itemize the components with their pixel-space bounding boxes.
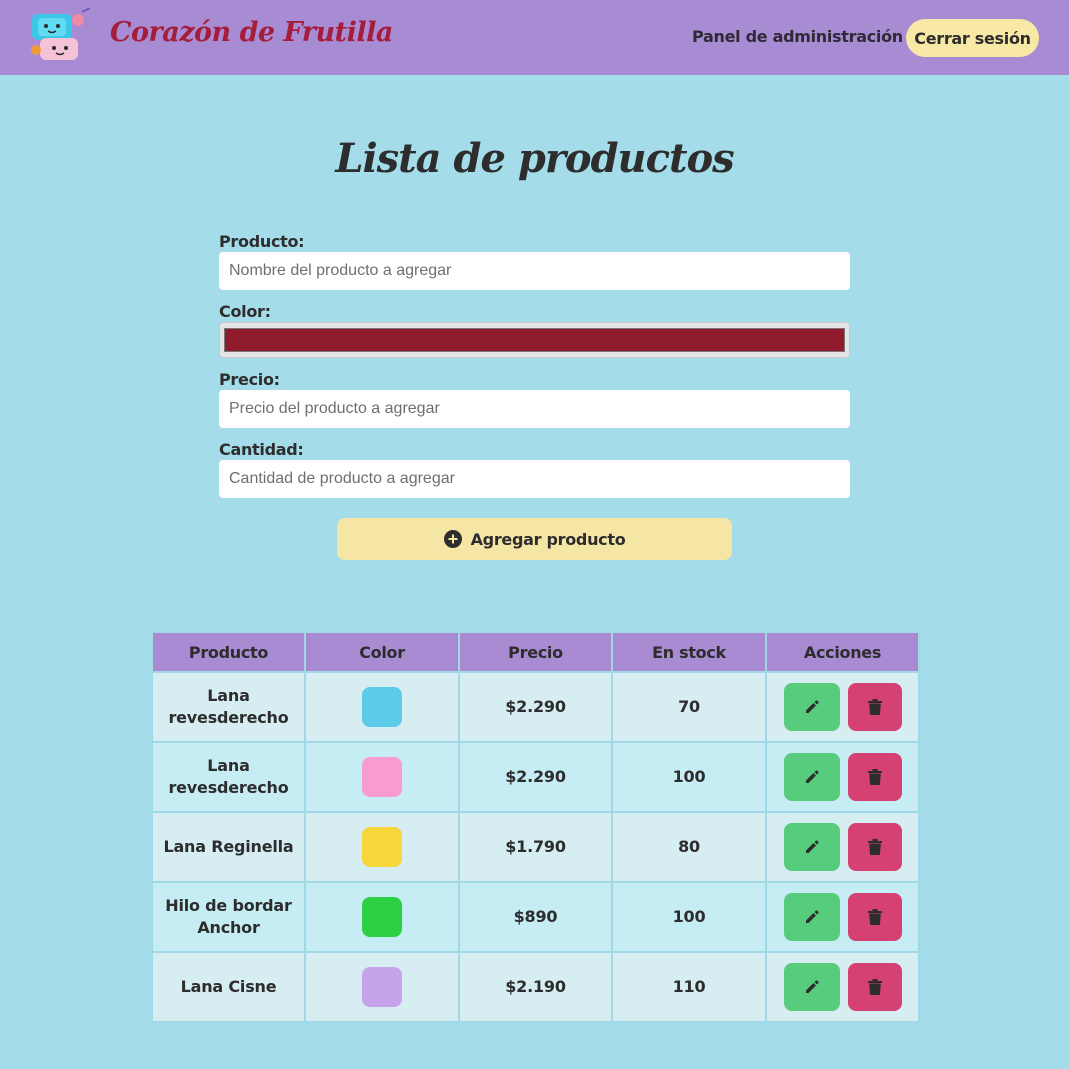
- trash-icon: [867, 699, 882, 715]
- edit-button[interactable]: [783, 753, 840, 801]
- price-cell: $1.790: [458, 811, 613, 883]
- top-navbar: Corazón de Frutilla Panel de administrac…: [0, 0, 1069, 75]
- price-label: Precio:: [219, 370, 280, 389]
- stock-cell: 100: [611, 881, 767, 953]
- table-row: Lana revesderecho $2.290 70: [151, 671, 920, 743]
- stock-cell: 80: [611, 811, 767, 883]
- price-cell: $2.290: [458, 741, 613, 813]
- edit-button[interactable]: [783, 823, 840, 871]
- product-name-cell: Hilo de bordar Anchor: [151, 881, 306, 953]
- product-name-input[interactable]: [219, 252, 850, 290]
- stock-cell: 70: [611, 671, 767, 743]
- row-actions: [775, 753, 910, 801]
- product-label: Producto:: [219, 232, 305, 251]
- color-swatch: [362, 967, 402, 1007]
- header-product: Producto: [151, 631, 306, 673]
- product-name-cell: Lana Reginella: [151, 811, 306, 883]
- edit-button[interactable]: [783, 963, 840, 1011]
- header-stock: En stock: [611, 631, 767, 673]
- products-table: Producto Color Precio En stock Acciones …: [151, 631, 920, 1023]
- actions-cell: [765, 951, 920, 1023]
- delete-button[interactable]: [847, 753, 902, 801]
- product-name-cell: Lana revesderecho: [151, 741, 306, 813]
- stock-cell: 110: [611, 951, 767, 1023]
- price-cell: $2.190: [458, 951, 613, 1023]
- add-product-button[interactable]: Agregar producto: [337, 518, 732, 560]
- color-swatch: [362, 757, 402, 797]
- row-actions: [775, 893, 910, 941]
- brand-logo-icon[interactable]: [28, 8, 92, 64]
- row-actions: [775, 683, 910, 731]
- color-picker[interactable]: [219, 322, 850, 358]
- pencil-icon: [805, 770, 819, 783]
- selected-color-swatch: [224, 328, 845, 352]
- table-header-row: Producto Color Precio En stock Acciones: [151, 631, 920, 673]
- add-product-label: Agregar producto: [470, 529, 626, 549]
- actions-cell: [765, 741, 920, 813]
- pencil-icon: [805, 910, 819, 923]
- color-swatch: [362, 827, 402, 867]
- delete-button[interactable]: [847, 893, 902, 941]
- stock-cell: 100: [611, 741, 767, 813]
- color-cell: [304, 881, 460, 953]
- product-name-cell: Lana revesderecho: [151, 671, 306, 743]
- edit-button[interactable]: [783, 893, 840, 941]
- color-swatch: [362, 897, 402, 937]
- pencil-icon: [805, 840, 819, 853]
- header-color: Color: [304, 631, 460, 673]
- price-cell: $2.290: [458, 671, 613, 743]
- trash-icon: [867, 979, 882, 995]
- header-actions: Acciones: [765, 631, 920, 673]
- color-label: Color:: [219, 302, 271, 321]
- delete-button[interactable]: [847, 683, 902, 731]
- price-cell: $890: [458, 881, 613, 953]
- product-name-cell: Lana Cisne: [151, 951, 306, 1023]
- color-cell: [304, 951, 460, 1023]
- color-cell: [304, 741, 460, 813]
- trash-icon: [867, 769, 882, 785]
- color-cell: [304, 811, 460, 883]
- trash-icon: [867, 909, 882, 925]
- quantity-input[interactable]: [219, 460, 850, 498]
- actions-cell: [765, 881, 920, 953]
- color-swatch: [362, 687, 402, 727]
- trash-icon: [867, 839, 882, 855]
- delete-button[interactable]: [847, 963, 902, 1011]
- actions-cell: [765, 811, 920, 883]
- row-actions: [775, 963, 910, 1011]
- color-cell: [304, 671, 460, 743]
- plus-circle-icon: [443, 530, 462, 548]
- page-title: Lista de productos: [335, 135, 734, 182]
- row-actions: [775, 823, 910, 871]
- logout-button[interactable]: Cerrar sesión: [906, 19, 1039, 57]
- delete-button[interactable]: [847, 823, 902, 871]
- table-row: Lana Cisne $2.190 110: [151, 951, 920, 1023]
- table-row: Lana revesderecho $2.290 100: [151, 741, 920, 813]
- pencil-icon: [805, 700, 819, 713]
- edit-button[interactable]: [783, 683, 840, 731]
- brand-name[interactable]: Corazón de Frutilla: [110, 17, 393, 48]
- table-row: Hilo de bordar Anchor $890 100: [151, 881, 920, 953]
- table-row: Lana Reginella $1.790 80: [151, 811, 920, 883]
- actions-cell: [765, 671, 920, 743]
- admin-panel-link[interactable]: Panel de administración: [692, 27, 903, 46]
- add-product-form: Producto: Color: Precio: Cantidad:: [219, 231, 850, 498]
- price-input[interactable]: [219, 390, 850, 428]
- quantity-label: Cantidad:: [219, 440, 304, 459]
- header-price: Precio: [458, 631, 613, 673]
- pencil-icon: [805, 980, 819, 993]
